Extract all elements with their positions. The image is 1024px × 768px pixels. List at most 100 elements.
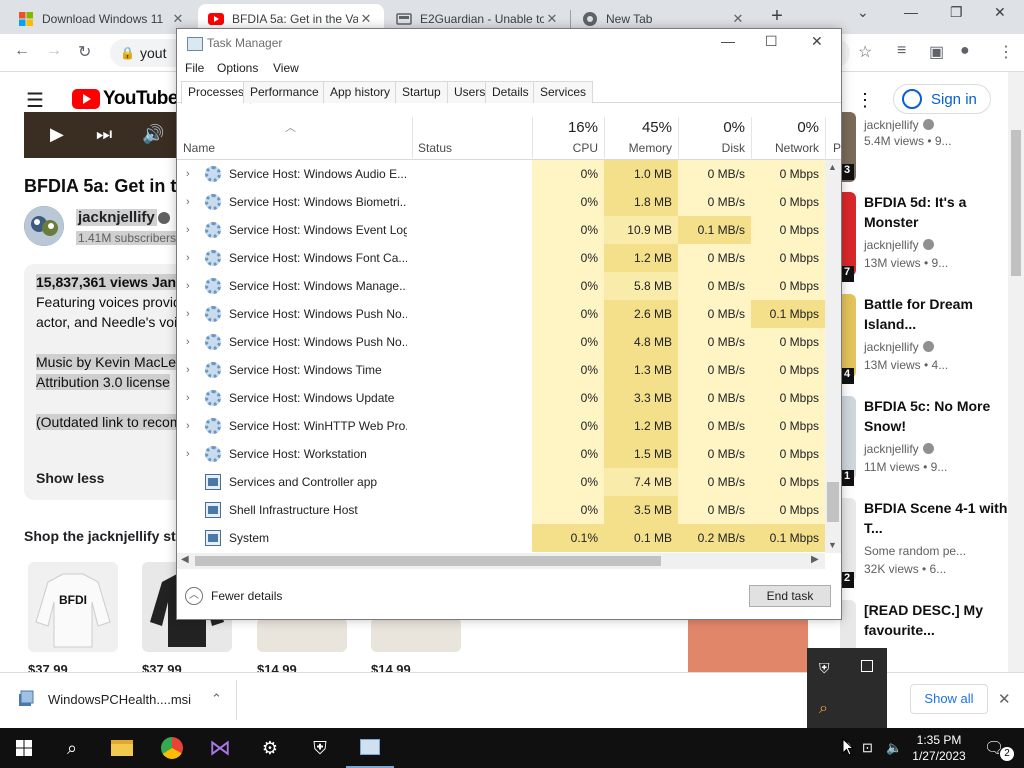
download-item[interactable]: WindowsPCHealth....msi ⌃: [18, 690, 222, 708]
process-row[interactable]: › Service Host: WinHTTP Web Pro... 0% 1.2 M…: [177, 412, 825, 440]
tab-download-windows[interactable]: Download Windows 11 ✕: [8, 4, 196, 34]
vertical-scrollbar-thumb[interactable]: [827, 482, 839, 522]
process-row[interactable]: › Service Host: Windows Event Log 0% 10.9 M…: [177, 216, 825, 244]
expand-chevron-icon[interactable]: ›: [186, 300, 190, 328]
back-arrow-icon[interactable]: ←: [14, 42, 30, 60]
menu-options[interactable]: Options: [217, 61, 258, 75]
tab-processes[interactable]: Processes: [181, 81, 252, 104]
taskbar-clock[interactable]: 1:35 PM 1/27/2023: [906, 732, 972, 764]
side-panel-icon[interactable]: ▣: [929, 42, 944, 62]
tab-close-icon[interactable]: ✕: [544, 11, 560, 27]
bookmark-star-icon[interactable]: ☆: [858, 42, 872, 62]
search-icon[interactable]: ⌕: [48, 728, 96, 768]
process-row[interactable]: System 0.1% 0.1 MB 0.2 MB/s 0.1 Mbps: [177, 524, 825, 552]
channel-name[interactable]: jacknjellify: [76, 209, 157, 226]
maximize-icon[interactable]: ☐: [765, 33, 778, 50]
recommendation-item[interactable]: 4 Battle for Dream Island... jacknjellif…: [840, 294, 1016, 390]
expand-chevron-icon[interactable]: ›: [186, 328, 190, 356]
show-all-downloads-button[interactable]: Show all: [910, 684, 988, 714]
expand-chevron-icon[interactable]: ›: [186, 356, 190, 384]
settings-kebab-icon[interactable]: ⋮: [856, 90, 874, 111]
end-task-button[interactable]: End task: [749, 585, 831, 607]
process-list-vertical-scrollbar[interactable]: ▲ ▼: [825, 160, 841, 553]
process-row[interactable]: › Service Host: Windows Font Ca... 0% 1.2 M…: [177, 244, 825, 272]
process-list-horizontal-scrollbar[interactable]: ◀ ▶: [177, 553, 825, 569]
chrome-menu-icon[interactable]: ⋮: [998, 42, 1014, 62]
expand-chevron-icon[interactable]: ›: [186, 384, 190, 412]
column-header-network[interactable]: 0% Network: [751, 117, 825, 160]
menu-file[interactable]: File: [185, 61, 204, 75]
restore-icon[interactable]: ❐: [950, 4, 963, 21]
tab-performance[interactable]: Performance: [243, 81, 326, 103]
video-player[interactable]: ▶ ⏭ 🔊: [24, 112, 184, 158]
tab-close-icon[interactable]: ✕: [730, 11, 746, 27]
tab-services[interactable]: Services: [533, 81, 594, 103]
scroll-left-arrow-icon[interactable]: ◀: [181, 554, 189, 565]
merch-item-mug[interactable]: [371, 618, 461, 652]
expand-chevron-icon[interactable]: ›: [186, 160, 190, 188]
column-header-memory[interactable]: 45% Memory: [604, 117, 678, 160]
minimize-icon[interactable]: —: [904, 4, 918, 20]
minimize-icon[interactable]: —: [721, 33, 735, 49]
windows-security-icon[interactable]: ⛨: [296, 728, 344, 768]
scroll-up-arrow-icon[interactable]: ▲: [828, 162, 837, 172]
start-button[interactable]: [0, 728, 48, 768]
column-header-cpu[interactable]: 16% CPU: [532, 117, 604, 160]
search-tray-icon[interactable]: ⌕: [819, 700, 828, 718]
scroll-right-arrow-icon[interactable]: ▶: [811, 554, 819, 565]
channel-avatar[interactable]: [24, 206, 64, 246]
tab-search-chevron-icon[interactable]: ⌄: [857, 4, 869, 21]
next-icon[interactable]: ⏭: [96, 124, 112, 145]
expand-chevron-icon[interactable]: ›: [186, 216, 190, 244]
show-less-button[interactable]: Show less: [36, 470, 104, 486]
process-row[interactable]: › Service Host: Windows Audio E... 0% 1.0 M…: [177, 160, 825, 188]
tab-details[interactable]: Details: [485, 81, 536, 103]
expand-chevron-icon[interactable]: ›: [186, 272, 190, 300]
merch-item-mug[interactable]: [257, 618, 347, 652]
process-row[interactable]: › Service Host: Windows Push No... 0% 2.6 M…: [177, 300, 825, 328]
tab-close-icon[interactable]: ✕: [170, 11, 186, 27]
hamburger-menu-icon[interactable]: ☰: [26, 88, 44, 113]
reload-icon[interactable]: ↻: [78, 42, 91, 62]
recommendation-item[interactable]: 2 BFDIA Scene 4-1 with T... Some random …: [840, 498, 1016, 594]
tab-close-icon[interactable]: ✕: [358, 11, 374, 27]
volume-icon[interactable]: 🔊: [142, 124, 164, 145]
page-scrollbar[interactable]: [1008, 72, 1024, 672]
tab-app-history[interactable]: App history: [323, 81, 398, 103]
process-row[interactable]: Services and Controller app 0% 7.4 MB 0 MB/…: [177, 468, 825, 496]
volume-tray-icon[interactable]: 🔈: [886, 740, 902, 756]
recommendation-item[interactable]: 3 jacknjellify 5.4M views • 9...: [840, 112, 1016, 192]
merch-item-sweatshirt-white[interactable]: BFDI: [28, 562, 118, 652]
process-row[interactable]: › Service Host: Windows Update 0% 3.3 MB 0 M…: [177, 384, 825, 412]
expand-chevron-icon[interactable]: ›: [186, 244, 190, 272]
play-icon[interactable]: ▶: [50, 124, 64, 145]
close-icon[interactable]: ✕: [811, 33, 823, 50]
network-icon[interactable]: ⊡: [862, 740, 873, 756]
close-download-bar-icon[interactable]: ✕: [998, 690, 1011, 708]
profile-icon[interactable]: ●: [960, 42, 970, 60]
tray-app-icon[interactable]: [861, 660, 873, 672]
file-explorer-icon[interactable]: [98, 728, 146, 768]
process-row[interactable]: › Service Host: Windows Manage... 0% 5.8 MB…: [177, 272, 825, 300]
process-row[interactable]: › Service Host: Windows Push No... 0% 4.8 M…: [177, 328, 825, 356]
tab-startup[interactable]: Startup: [395, 81, 448, 103]
recommendation-item[interactable]: 7 BFDIA 5d: It's a Monster jacknjellify …: [840, 192, 1016, 288]
settings-gear-icon[interactable]: ⚙: [246, 728, 294, 768]
scroll-down-arrow-icon[interactable]: ▼: [828, 540, 837, 550]
expand-chevron-icon[interactable]: ›: [186, 412, 190, 440]
expand-chevron-icon[interactable]: ›: [186, 188, 190, 216]
process-row[interactable]: › Service Host: Workstation 0% 1.5 MB 0 MB/s…: [177, 440, 825, 468]
process-row[interactable]: › Service Host: Windows Biometri... 0% 1.8 …: [177, 188, 825, 216]
visual-studio-icon[interactable]: ⋈: [196, 728, 244, 768]
recommendation-item[interactable]: 1 BFDIA 5c: No More Snow! jacknjellify 1…: [840, 396, 1016, 492]
page-scrollbar-thumb[interactable]: [1011, 130, 1021, 276]
download-options-chevron-icon[interactable]: ⌃: [211, 691, 222, 707]
defender-tray-icon[interactable]: ⛨: [819, 660, 830, 677]
column-header-disk[interactable]: 0% Disk: [678, 117, 751, 160]
forward-arrow-icon[interactable]: →: [46, 42, 62, 60]
horizontal-scrollbar-thumb[interactable]: [195, 556, 661, 566]
task-manager-taskbar-icon[interactable]: [346, 728, 394, 768]
column-header-name[interactable]: Name: [177, 117, 412, 160]
youtube-logo[interactable]: YouTube: [72, 88, 178, 110]
process-row[interactable]: Shell Infrastructure Host 0% 3.5 MB 0 MB/s 0…: [177, 496, 825, 524]
